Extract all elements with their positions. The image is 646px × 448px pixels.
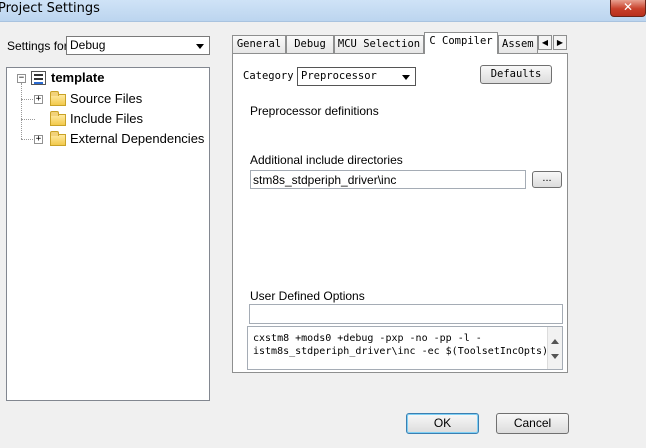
settings-for-dropdown[interactable]: Debug: [66, 36, 210, 55]
tab-general[interactable]: General: [232, 35, 286, 53]
command-line-scrollbar[interactable]: [547, 327, 562, 369]
window-title: Project Settings: [0, 1, 100, 16]
include-directories-label: Additional include directories: [250, 153, 403, 167]
command-line-2: istm8s_stdperiph_driver\inc -ec $(Toolse…: [253, 346, 549, 357]
folder-icon: [50, 91, 66, 106]
tab-debug[interactable]: Debug: [286, 35, 334, 53]
project-icon: [31, 71, 46, 85]
c-compiler-panel: [232, 53, 568, 373]
folder-icon: [50, 111, 66, 126]
category-value: Preprocessor: [301, 70, 377, 82]
scroll-down-icon[interactable]: [551, 354, 559, 359]
user-defined-options-label: User Defined Options: [250, 289, 365, 303]
tab-mcu-selection[interactable]: MCU Selection: [334, 35, 424, 53]
cancel-button[interactable]: Cancel: [496, 413, 569, 434]
command-line-1: cxstm8 +mods0 +debug -pxp -no -pp -l -: [253, 333, 482, 344]
expand-icon[interactable]: +: [34, 135, 43, 144]
collapse-icon[interactable]: −: [17, 74, 26, 83]
title-bar: Project Settings ✕: [0, 0, 646, 22]
user-defined-options-field[interactable]: [249, 304, 563, 324]
settings-for-label: Settings for:: [7, 39, 72, 53]
tree-item-source-files[interactable]: Source Files: [70, 91, 142, 106]
tab-c-compiler[interactable]: C Compiler: [424, 32, 498, 54]
category-dropdown[interactable]: Preprocessor: [297, 67, 416, 86]
tab-scroll-right-icon[interactable]: ▶: [553, 35, 567, 50]
chevron-down-icon: [193, 39, 207, 53]
include-directories-value: stm8s_stdperiph_driver\inc: [253, 173, 397, 187]
tree-item-external-dependencies[interactable]: External Dependencies: [70, 131, 204, 146]
folder-icon: [50, 131, 66, 146]
browse-button[interactable]: ...: [532, 171, 562, 188]
settings-for-value: Debug: [70, 38, 106, 52]
command-line-preview: cxstm8 +mods0 +debug -pxp -no -pp -l - i…: [247, 326, 563, 370]
defaults-button[interactable]: Defaults: [480, 65, 552, 84]
chevron-down-icon: [399, 70, 413, 84]
tab-assembler[interactable]: Assem: [498, 35, 538, 53]
ok-button[interactable]: OK: [406, 413, 479, 434]
scroll-up-icon[interactable]: [551, 339, 559, 344]
command-line-text: cxstm8 +mods0 +debug -pxp -no -pp -l - i…: [253, 332, 548, 358]
tree-root-template[interactable]: template: [51, 70, 104, 85]
category-label: Category: [243, 70, 294, 82]
close-button[interactable]: ✕: [610, 0, 646, 17]
tree-item-include-files[interactable]: Include Files: [70, 111, 143, 126]
tab-scroll-left-icon[interactable]: ◀: [538, 35, 552, 50]
include-directories-field[interactable]: stm8s_stdperiph_driver\inc: [250, 170, 526, 189]
close-icon: ✕: [622, 0, 634, 14]
expand-icon[interactable]: +: [34, 95, 43, 104]
preprocessor-definitions-label: Preprocessor definitions: [250, 104, 379, 118]
project-tree[interactable]: − template + Source Files Include Files …: [6, 67, 210, 401]
